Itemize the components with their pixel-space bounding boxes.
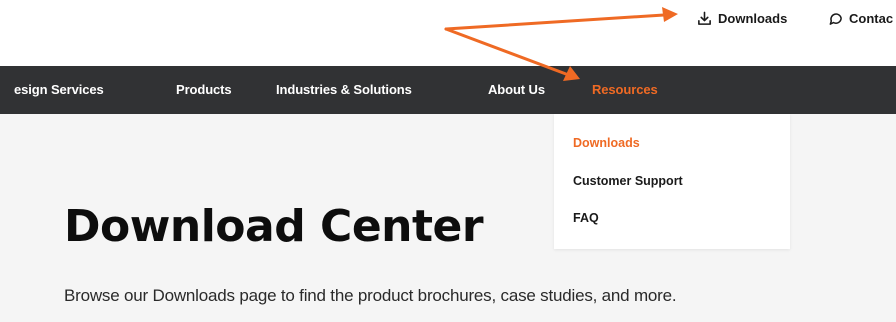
utility-bar: Downloads Contac <box>0 0 896 66</box>
utility-contact-label: Contac <box>849 10 894 26</box>
main-nav: esign Services Products Industries & Sol… <box>0 66 896 114</box>
dropdown-item-customer-support[interactable]: Customer Support <box>573 174 683 188</box>
utility-downloads-link[interactable]: Downloads <box>697 9 787 27</box>
nav-item-resources[interactable]: Resources <box>592 66 658 114</box>
utility-downloads-label: Downloads <box>718 10 788 26</box>
nav-item-design-services[interactable]: esign Services <box>14 66 104 114</box>
nav-item-industries-solutions[interactable]: Industries & Solutions <box>276 66 412 114</box>
nav-item-about-us[interactable]: About Us <box>488 66 545 114</box>
dropdown-item-faq[interactable]: FAQ <box>573 211 599 225</box>
utility-contact-link[interactable]: Contac <box>828 9 893 27</box>
nav-item-products[interactable]: Products <box>176 66 232 114</box>
page-description: Browse our Downloads page to find the pr… <box>64 286 677 305</box>
download-icon <box>697 11 712 26</box>
resources-dropdown-menu: Downloads Customer Support FAQ <box>554 114 790 249</box>
dropdown-item-downloads[interactable]: Downloads <box>573 136 640 150</box>
page-title: Download Center <box>64 201 484 252</box>
contact-icon <box>828 11 843 26</box>
